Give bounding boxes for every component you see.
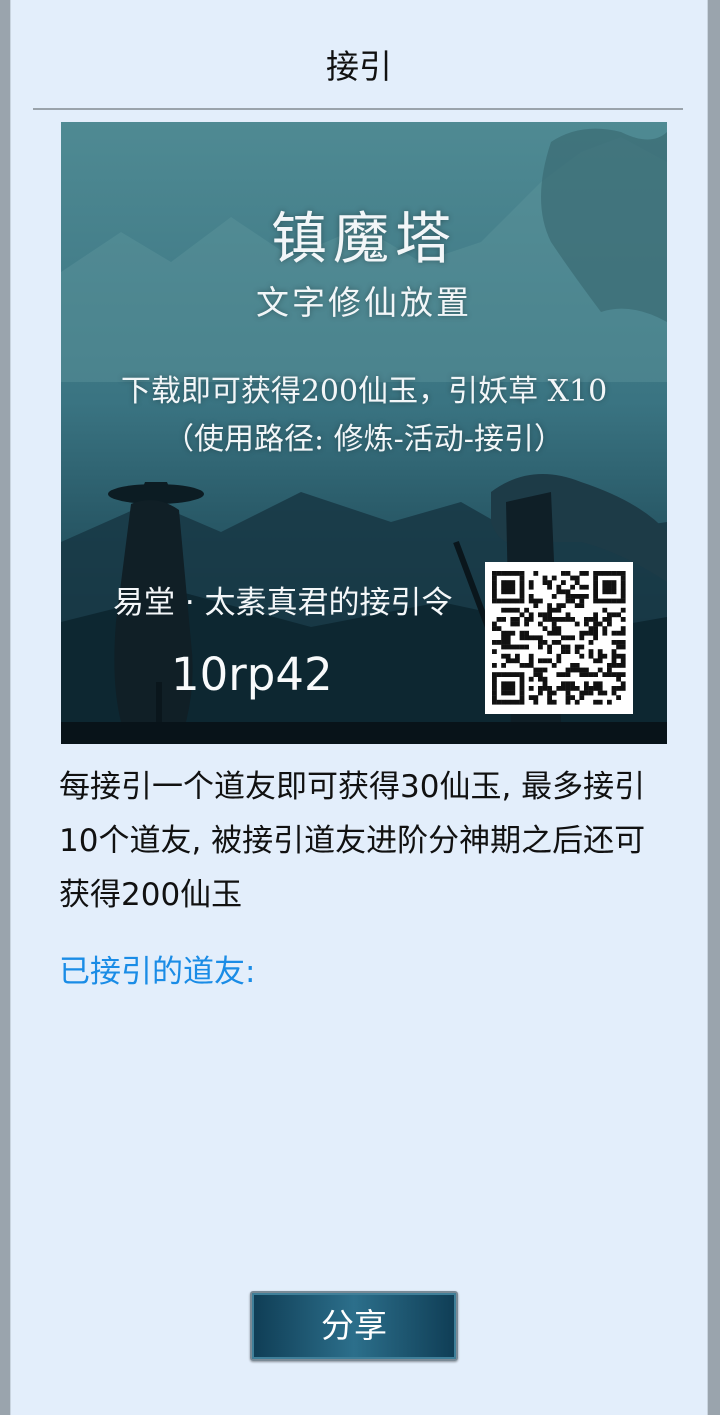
invite-label: 易堂 · 太素真君的接引令 xyxy=(113,585,453,621)
invited-friends-label: 已接引的道友: xyxy=(59,954,256,990)
page-title: 接引 xyxy=(326,47,392,86)
reward-text: 下载即可获得200仙玉，引妖草 X10 xyxy=(120,374,608,409)
share-button[interactable]: 分享 xyxy=(250,1291,458,1361)
reward-description: 每接引一个道友即可获得30仙玉, 最多接引10个道友, 被接引道友进阶分神期之后… xyxy=(59,769,646,913)
header-divider xyxy=(33,108,683,110)
game-subtitle: 文字修仙放置 xyxy=(256,283,472,322)
usage-path-text: （使用路径: 修炼-活动-接引） xyxy=(164,422,564,457)
invite-code: 10rp42 xyxy=(171,648,333,701)
invite-panel: 接引 镇魔塔 文字修仙放置 下载即可获得200仙玉，引妖草 X10 （使用路径:… xyxy=(10,0,708,1415)
qr-code-graphic xyxy=(492,571,626,705)
qr-code xyxy=(485,562,633,714)
invite-poster: 镇魔塔 文字修仙放置 下载即可获得200仙玉，引妖草 X10 （使用路径: 修炼… xyxy=(61,122,667,744)
game-name: 镇魔塔 xyxy=(271,207,457,272)
